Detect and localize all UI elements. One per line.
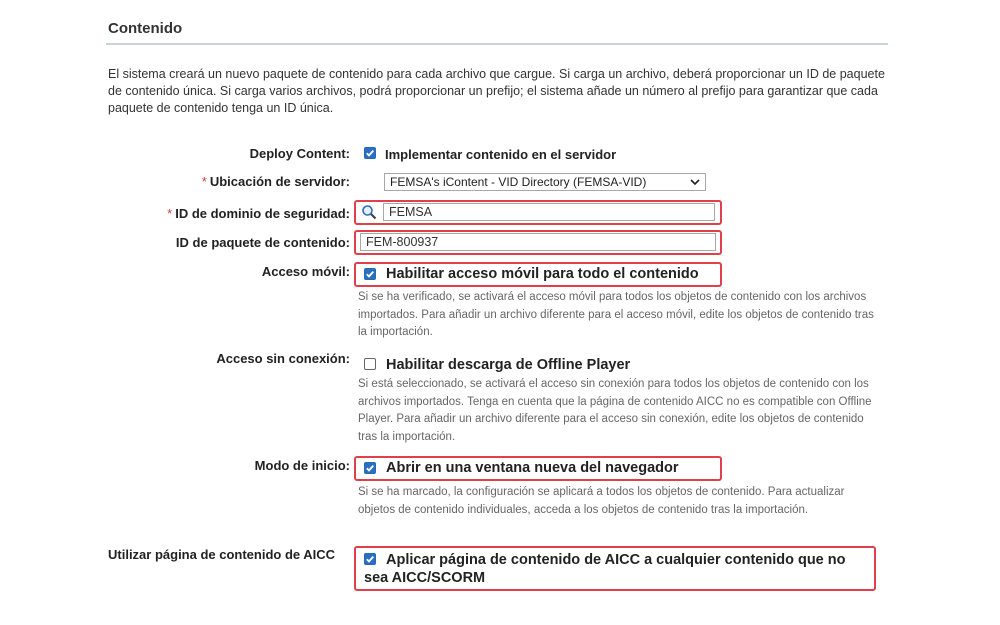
server-location-label-text: Ubicación de servidor: xyxy=(209,174,350,189)
launch-mode-checkbox[interactable] xyxy=(364,462,376,474)
offline-access-checkbox[interactable] xyxy=(364,358,376,370)
mobile-access-checkbox[interactable] xyxy=(364,268,376,280)
aicc-label: Utilizar página de contenido de AICC xyxy=(108,547,336,562)
offline-access-option[interactable]: Habilitar descarga de Offline Player xyxy=(386,357,630,373)
security-domain-label-text: ID de dominio de seguridad: xyxy=(175,206,350,221)
offline-access-label: Acceso sin conexión: xyxy=(216,351,350,366)
required-mark: * xyxy=(201,174,207,189)
checkmark-icon xyxy=(366,464,374,472)
launch-mode-option[interactable]: Abrir en una ventana nueva del navegador xyxy=(386,460,679,476)
mobile-access-help: Si se ha verificado, se activará el acce… xyxy=(358,291,874,338)
offline-access-help: Si está seleccionado, se activará el acc… xyxy=(358,378,872,443)
checkmark-icon xyxy=(366,149,374,157)
server-location-selected: FEMSA's iContent - VID Directory (FEMSA-… xyxy=(390,175,647,189)
section-intro: El sistema creará un nuevo paquete de co… xyxy=(108,67,885,115)
deploy-content-label: Deploy Content: xyxy=(249,146,350,161)
section-title: Contenido xyxy=(108,20,183,37)
security-domain-label: * ID de dominio de seguridad: xyxy=(167,206,350,221)
server-location-select[interactable]: FEMSA's iContent - VID Directory (FEMSA-… xyxy=(384,173,706,191)
deploy-content-option[interactable]: Implementar contenido en el servidor xyxy=(385,147,616,162)
chevron-down-icon xyxy=(690,179,700,186)
deploy-content-checkbox[interactable] xyxy=(364,147,376,159)
aicc-option[interactable]: Aplicar página de contenido de AICC a cu… xyxy=(364,551,869,587)
security-domain-input[interactable] xyxy=(383,203,715,221)
section-divider xyxy=(106,43,888,45)
required-mark: * xyxy=(167,206,173,221)
checkmark-icon xyxy=(366,270,374,278)
mobile-access-label: Acceso móvil: xyxy=(261,264,350,279)
server-location-label: * Ubicación de servidor: xyxy=(202,174,350,189)
launch-mode-label: Modo de inicio: xyxy=(254,458,350,473)
package-id-label: ID de paquete de contenido: xyxy=(175,235,350,250)
launch-mode-help: Si se ha marcado, la configuración se ap… xyxy=(358,486,845,516)
magnifier-lookup-icon[interactable] xyxy=(361,204,377,225)
package-id-input[interactable] xyxy=(360,233,716,251)
mobile-access-option[interactable]: Habilitar acceso móvil para todo el cont… xyxy=(386,266,699,282)
